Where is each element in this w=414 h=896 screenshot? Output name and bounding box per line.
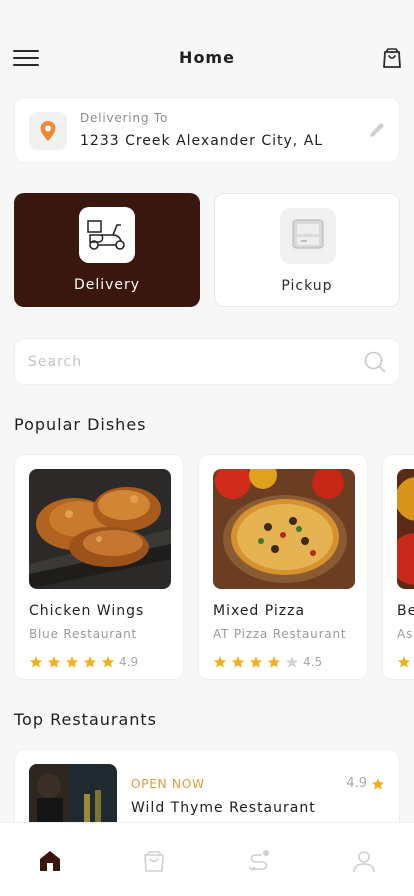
star-icon [213, 655, 227, 668]
delivery-address-card[interactable]: Delivering To 1233 Creek Alexander City,… [14, 97, 400, 163]
star-icon [101, 655, 115, 668]
dish-card[interactable]: Mixed Pizza AT Pizza Restaurant 4.5 [198, 454, 368, 680]
bottom-tab-bar [0, 822, 414, 896]
delivery-mode-button[interactable]: Delivery [14, 193, 200, 307]
shopping-bag-icon[interactable] [140, 847, 168, 875]
restaurant-name: Wild Thyme Restaurant [131, 800, 316, 816]
home-icon[interactable] [36, 847, 64, 875]
search-input[interactable] [28, 349, 348, 375]
pickup-mode-button[interactable]: Pickup [214, 193, 400, 307]
route-icon[interactable] [245, 847, 273, 875]
address-label: Delivering To [80, 111, 169, 125]
dish-restaurant: AT Pizza Restaurant [213, 627, 347, 641]
dish-restaurant: Asi [397, 627, 414, 641]
rating-value: 4.9 [346, 776, 367, 791]
dish-image [29, 469, 171, 589]
pencil-icon[interactable] [367, 120, 387, 144]
star-icon-empty [285, 655, 299, 668]
star-icon [267, 655, 281, 668]
dish-name: Mixed Pizza [213, 603, 306, 619]
dish-card[interactable]: Be Asi [382, 454, 414, 680]
star-icon [397, 655, 411, 668]
address-value: 1233 Creek Alexander City, AL [80, 133, 324, 149]
star-icon [249, 655, 263, 668]
dish-rating: 4.9 [29, 651, 138, 669]
dish-image [213, 469, 355, 589]
dish-name: Chicken Wings [29, 603, 145, 619]
location-pin-icon [29, 112, 67, 150]
restaurant-rating: 4.9 [346, 776, 385, 791]
dish-image [397, 469, 414, 589]
open-status-badge: OPEN NOW [131, 777, 205, 791]
dish-rating [397, 651, 414, 668]
rating-value: 4.9 [119, 654, 139, 669]
app-header: Home [0, 44, 414, 72]
profile-icon[interactable] [350, 847, 378, 875]
popular-dishes-carousel[interactable]: Chicken Wings Blue Restaurant 4.9 Mixed … [14, 454, 414, 680]
dish-card[interactable]: Chicken Wings Blue Restaurant 4.9 [14, 454, 184, 680]
pickup-mode-label: Pickup [281, 278, 333, 294]
star-icon [47, 655, 61, 668]
delivery-mode-label: Delivery [73, 277, 141, 293]
dish-restaurant: Blue Restaurant [29, 627, 138, 641]
search-icon[interactable] [363, 350, 387, 378]
page-title: Home [179, 48, 235, 67]
rating-value: 4.5 [303, 654, 323, 669]
pickup-box-icon [280, 208, 336, 264]
star-icon [231, 655, 245, 668]
popular-dishes-title: Popular Dishes [14, 415, 147, 434]
star-icon [29, 655, 43, 668]
dish-rating: 4.5 [213, 651, 322, 669]
star-icon [65, 655, 79, 668]
shopping-bag-icon[interactable] [382, 47, 402, 69]
scooter-icon [79, 207, 135, 263]
search-bar [14, 338, 400, 385]
star-icon [83, 655, 97, 668]
top-restaurants-title: Top Restaurants [14, 710, 158, 729]
dish-name: Be [397, 603, 414, 619]
star-icon [371, 777, 385, 790]
